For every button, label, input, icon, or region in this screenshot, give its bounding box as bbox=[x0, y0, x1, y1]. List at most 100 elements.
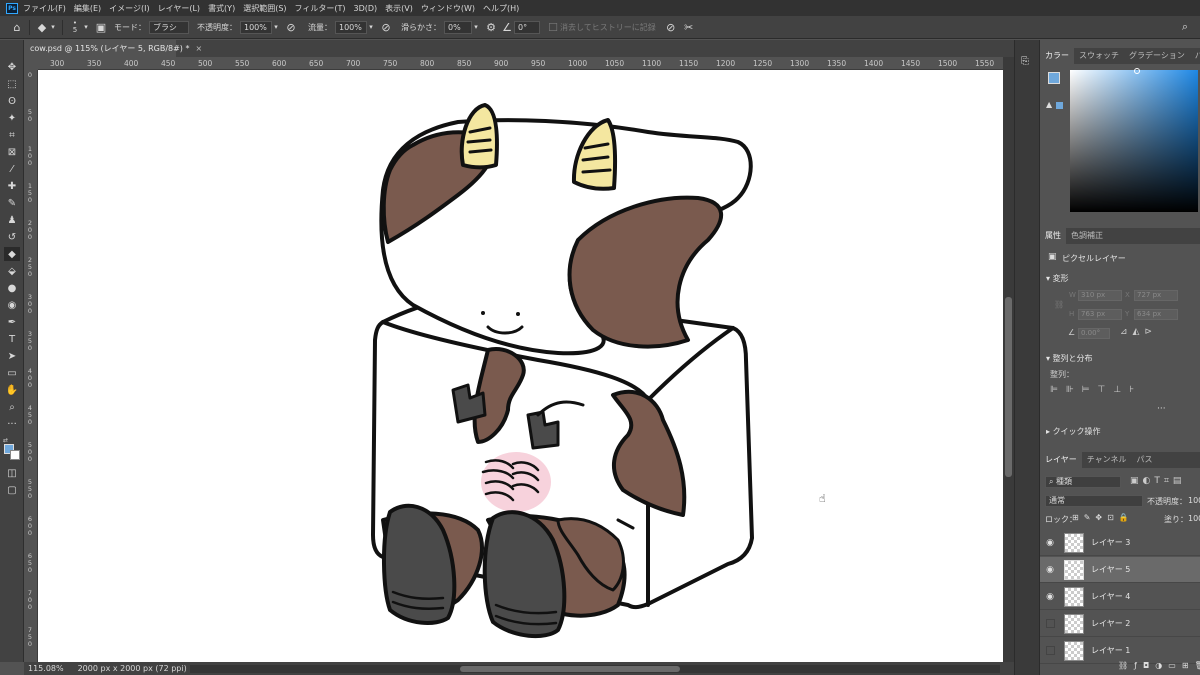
chevron-down-icon[interactable]: ▾ bbox=[272, 20, 280, 34]
tab-patterns[interactable]: パターン bbox=[1190, 48, 1200, 64]
pressure-opacity-icon[interactable]: ⊘ bbox=[284, 20, 298, 34]
chevron-down-icon[interactable]: ▾ bbox=[49, 20, 57, 34]
menu-layer[interactable]: レイヤー(L) bbox=[158, 3, 200, 14]
tab-gradients[interactable]: グラデーション bbox=[1124, 48, 1190, 64]
chevron-down-icon[interactable]: ▾ bbox=[367, 20, 375, 34]
filter-icons[interactable]: ▣◐T⌗▤ bbox=[1130, 476, 1185, 486]
paint-bucket-tool-icon[interactable]: ⬙ bbox=[4, 264, 20, 278]
more-tools-icon[interactable]: ··· bbox=[4, 417, 20, 431]
opacity-value[interactable]: 100 bbox=[1188, 496, 1200, 505]
x-field[interactable]: 727 px bbox=[1134, 290, 1178, 301]
horizontal-scrollbar[interactable] bbox=[190, 665, 1000, 673]
document-tab[interactable]: cow.psd @ 115% (レイヤー 5, RGB/8#) * × bbox=[24, 40, 202, 57]
menu-type[interactable]: 書式(Y) bbox=[208, 3, 235, 14]
crop-tool-icon[interactable]: ⌗ bbox=[4, 128, 20, 142]
stamp-tool-icon[interactable]: ♟ bbox=[4, 213, 20, 227]
dodge-tool-icon[interactable]: ◉ bbox=[4, 298, 20, 312]
menu-image[interactable]: イメージ(I) bbox=[109, 3, 149, 14]
chevron-down-icon[interactable]: ▾ bbox=[472, 20, 480, 34]
frame-tool-icon[interactable]: ⊠ bbox=[4, 145, 20, 159]
path-selection-tool-icon[interactable]: ➤ bbox=[4, 349, 20, 363]
flip-icons[interactable]: ⊿◭⊳ bbox=[1120, 327, 1157, 337]
lock-icons[interactable]: ⊞✎✥⊡🔒 bbox=[1072, 513, 1134, 522]
layer-row[interactable]: ◉ レイヤー 3 bbox=[1040, 530, 1200, 556]
blend-mode-select[interactable]: 通常 bbox=[1045, 495, 1143, 507]
lasso-tool-icon[interactable]: ʘ bbox=[4, 94, 20, 108]
transform-header[interactable]: ▾ 変形 bbox=[1046, 273, 1069, 284]
layer-filter-select[interactable]: ⌕ 種類 bbox=[1045, 476, 1121, 488]
tab-channels[interactable]: チャンネル bbox=[1082, 452, 1132, 468]
visibility-toggle[interactable] bbox=[1046, 646, 1055, 655]
marquee-tool-icon[interactable]: ⬚ bbox=[4, 77, 20, 91]
tab-properties[interactable]: 属性 bbox=[1040, 228, 1066, 244]
tab-adjustments[interactable]: 色調補正 bbox=[1066, 228, 1108, 244]
eraser-tool-icon[interactable]: ◆ bbox=[4, 247, 20, 261]
mode-select[interactable]: ブラシ bbox=[149, 20, 189, 34]
menu-3d[interactable]: 3D(D) bbox=[354, 4, 378, 13]
history-panel-icon[interactable]: ⎘ bbox=[1021, 56, 1029, 67]
flow-input[interactable]: 100% bbox=[335, 20, 367, 34]
checkbox[interactable]: ☐ bbox=[546, 20, 560, 34]
color-picker-field[interactable] bbox=[1070, 68, 1198, 212]
eye-icon[interactable]: ◉ bbox=[1045, 565, 1055, 575]
magic-wand-tool-icon[interactable]: ✦ bbox=[4, 111, 20, 125]
background-color-swatch[interactable] bbox=[10, 450, 20, 460]
blur-tool-icon[interactable]: ● bbox=[4, 281, 20, 295]
opacity-input[interactable]: 100% bbox=[240, 20, 272, 34]
close-icon[interactable]: × bbox=[195, 44, 202, 53]
quick-mask-icon[interactable]: ◫ bbox=[4, 466, 20, 480]
eye-icon[interactable]: ◉ bbox=[1045, 592, 1055, 602]
rectangle-tool-icon[interactable]: ▭ bbox=[4, 366, 20, 380]
zoom-level[interactable]: 115.08% bbox=[28, 664, 64, 673]
type-tool-icon[interactable]: T bbox=[4, 332, 20, 346]
search-icon[interactable]: ⌕ bbox=[1178, 20, 1192, 34]
web-safe-swatch[interactable] bbox=[1056, 102, 1063, 109]
smoothing-input[interactable]: 0% bbox=[444, 20, 472, 34]
horizontal-ruler[interactable]: 300 350 400 450 500 550 600 650 700 750 800 850 900 9… bbox=[38, 57, 1031, 70]
angle-field[interactable]: 0.00° bbox=[1078, 328, 1110, 339]
tab-color[interactable]: カラー bbox=[1040, 48, 1074, 64]
tab-paths[interactable]: パス bbox=[1132, 452, 1158, 468]
eyedropper-tool-icon[interactable]: ⁄ bbox=[4, 162, 20, 176]
pressure-size-icon[interactable]: ⊘ bbox=[664, 20, 678, 34]
eye-icon[interactable]: ◉ bbox=[1045, 538, 1055, 548]
link-icon[interactable]: ⛓ bbox=[1054, 300, 1064, 309]
eraser-tool-preset-icon[interactable]: ◆ bbox=[35, 20, 49, 34]
y-field[interactable]: 634 px bbox=[1134, 309, 1178, 320]
height-field[interactable]: 763 px bbox=[1078, 309, 1122, 320]
menu-file[interactable]: ファイル(F) bbox=[23, 3, 66, 14]
menu-edit[interactable]: 編集(E) bbox=[74, 3, 101, 14]
menu-select[interactable]: 選択範囲(S) bbox=[243, 3, 286, 14]
scrollbar-thumb[interactable] bbox=[1005, 297, 1012, 477]
move-tool-icon[interactable]: ✥ bbox=[4, 60, 20, 74]
layer-footer-icons[interactable]: ⛓ƒ◘◑▭⊞🗑 bbox=[1118, 661, 1200, 670]
align-header[interactable]: ▾ 整列と分布 bbox=[1046, 353, 1093, 364]
quick-actions-header[interactable]: ▸ クイック操作 bbox=[1046, 426, 1101, 437]
menu-help[interactable]: ヘルプ(H) bbox=[483, 3, 519, 14]
more-options-icon[interactable]: ··· bbox=[1157, 404, 1166, 414]
menu-window[interactable]: ウィンドウ(W) bbox=[421, 3, 475, 14]
tab-layers[interactable]: レイヤー bbox=[1040, 452, 1082, 468]
zoom-tool-icon[interactable]: ⌕ bbox=[4, 400, 20, 414]
symmetry-icon[interactable]: ✂ bbox=[682, 20, 696, 34]
chevron-down-icon[interactable]: ▾ bbox=[82, 20, 90, 34]
vertical-ruler[interactable]: 0 50 100 150 200 250 300 350 400 450 500 550 600 650 7… bbox=[24, 70, 38, 662]
width-field[interactable]: 310 px bbox=[1078, 290, 1122, 301]
layer-row[interactable]: レイヤー 2 bbox=[1040, 611, 1200, 637]
hand-tool-icon[interactable]: ✋ bbox=[4, 383, 20, 397]
airbrush-icon[interactable]: ⊘ bbox=[379, 20, 393, 34]
angle-input[interactable]: 0° bbox=[514, 20, 540, 34]
brush-size-picker[interactable]: • 5 bbox=[68, 20, 82, 34]
history-brush-tool-icon[interactable]: ↺ bbox=[4, 230, 20, 244]
visibility-toggle[interactable] bbox=[1046, 619, 1055, 628]
healing-brush-tool-icon[interactable]: ✚ bbox=[4, 179, 20, 193]
menu-view[interactable]: 表示(V) bbox=[385, 3, 413, 14]
home-icon[interactable]: ⌂ bbox=[10, 20, 24, 34]
vertical-scrollbar[interactable] bbox=[1003, 57, 1014, 662]
layer-row[interactable]: ◉ レイヤー 5 bbox=[1040, 557, 1200, 583]
foreground-color-swatch[interactable] bbox=[1048, 72, 1060, 84]
layer-row[interactable]: ◉ レイヤー 4 bbox=[1040, 584, 1200, 610]
scrollbar-thumb[interactable] bbox=[460, 666, 680, 672]
tab-swatches[interactable]: スウォッチ bbox=[1074, 48, 1124, 64]
pen-tool-icon[interactable]: ✒ bbox=[4, 315, 20, 329]
